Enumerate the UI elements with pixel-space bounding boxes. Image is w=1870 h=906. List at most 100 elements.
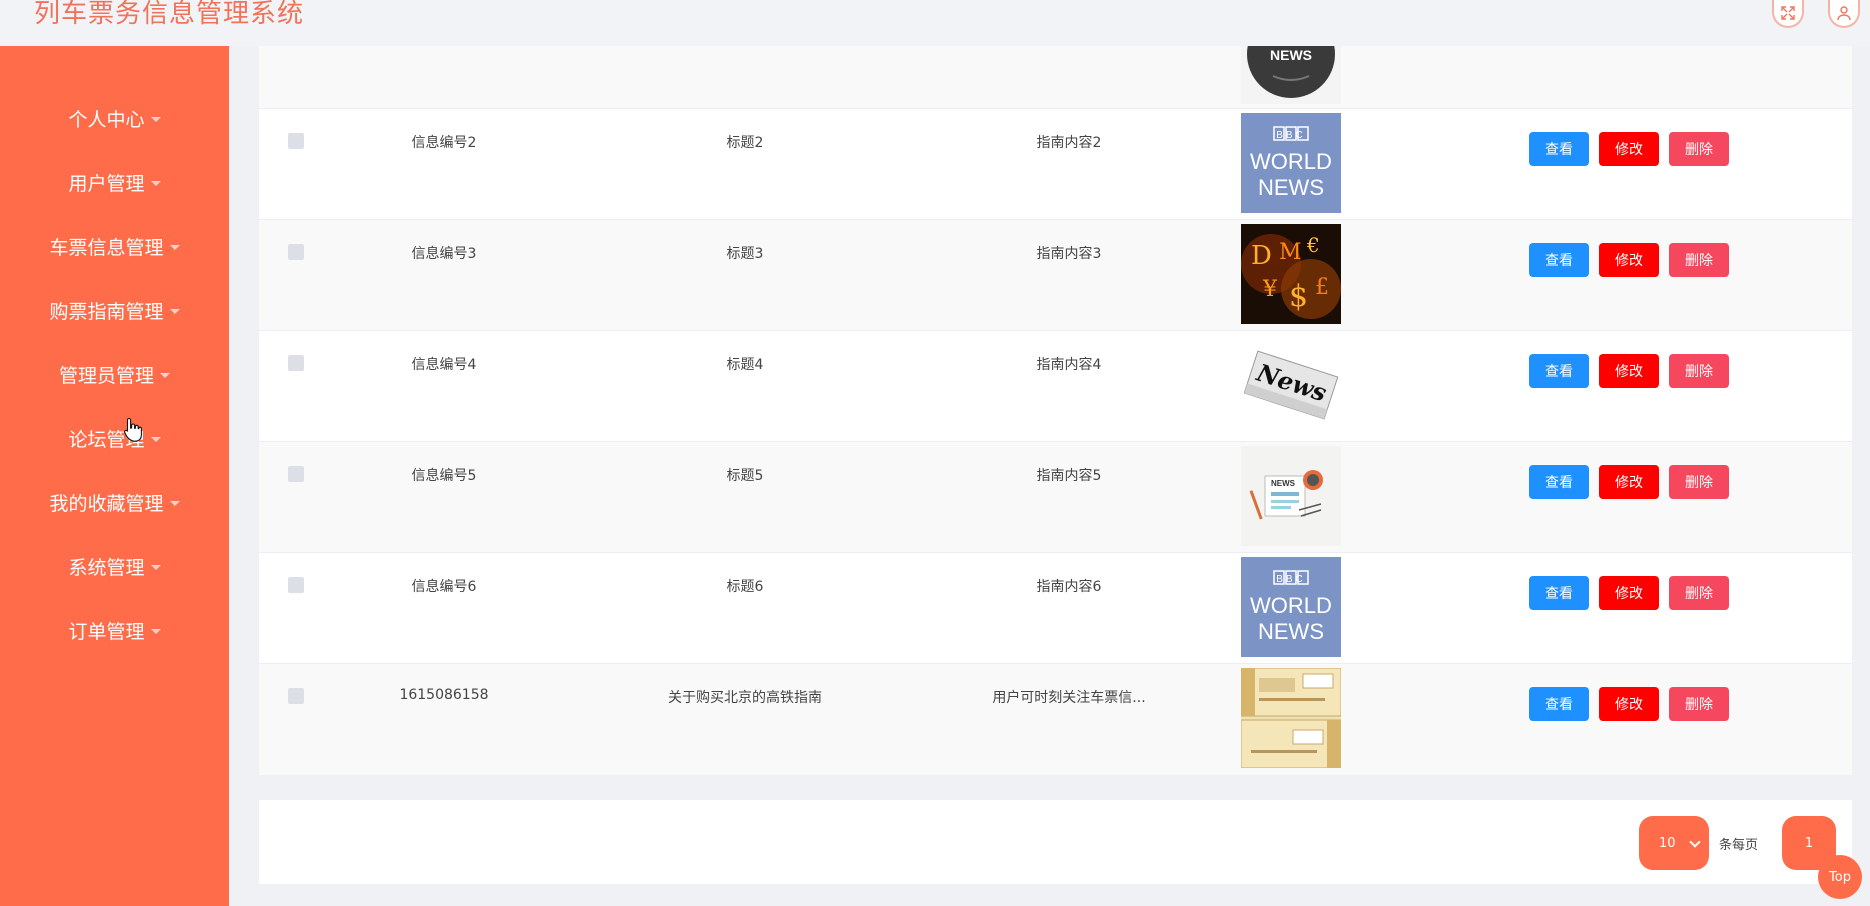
news-desk-image: NEWS <box>1241 446 1341 546</box>
cell-content: 指南内容4 <box>1036 357 1102 373</box>
svg-text:D: D <box>1251 241 1272 271</box>
per-page-label: 条每页 <box>1719 838 1759 853</box>
delete-button[interactable]: 删除 <box>1669 132 1729 166</box>
cell-id: 信息编号3 <box>411 246 477 262</box>
caret-down-icon <box>169 244 180 250</box>
view-button[interactable]: 查看 <box>1529 132 1589 166</box>
svg-text:¥: ¥ <box>1262 277 1278 302</box>
table-row: 信息编号5 标题5 指南内容5 NEWS 查看 修改 删除 <box>259 442 1852 553</box>
cell-title: 标题6 <box>726 579 764 595</box>
caret-down-icon <box>169 308 180 314</box>
svg-text:NEWS: NEWS <box>1258 619 1324 644</box>
view-button[interactable]: 查看 <box>1529 687 1589 721</box>
currency-fire-image: D M € ¥ $ £ <box>1241 224 1341 324</box>
back-to-top-button[interactable]: Top <box>1818 855 1862 899</box>
svg-text:€: € <box>1306 233 1320 257</box>
row-checkbox[interactable] <box>288 688 304 704</box>
svg-text:BBC: BBC <box>1276 574 1306 585</box>
sidebar-item-users[interactable]: 用户管理 <box>0 162 229 202</box>
edit-button[interactable]: 修改 <box>1599 687 1659 721</box>
table-row: 信息编号2 标题2 指南内容2 BBC WORLD NEWS 查看 修改 删除 <box>259 109 1852 220</box>
app-title: 列车票务信息管理系统 <box>34 0 305 29</box>
table-row: 信息编号4 标题4 指南内容4 News 查看 修改 删除 <box>259 331 1852 442</box>
sidebar-item-orders[interactable]: 订单管理 <box>0 610 229 650</box>
delete-button[interactable]: 删除 <box>1669 687 1729 721</box>
sidebar-item-admins[interactable]: 管理员管理 <box>0 354 229 394</box>
bbc-world-news-image: BBC WORLD NEWS <box>1241 557 1341 657</box>
caret-down-icon <box>150 564 161 570</box>
caret-down-icon <box>169 500 180 506</box>
cell-title: 标题2 <box>726 135 764 151</box>
user-icon[interactable] <box>1828 0 1860 28</box>
view-button[interactable]: 查看 <box>1529 243 1589 277</box>
guide-table: NEWS 信息编号2 标题2 指南内容2 BBC WORLD NEWS 查看 修… <box>259 46 1852 775</box>
svg-text:£: £ <box>1315 275 1329 300</box>
edit-button[interactable]: 修改 <box>1599 132 1659 166</box>
caret-down-icon <box>150 180 161 186</box>
svg-text:WORLD: WORLD <box>1250 149 1332 174</box>
hand-cursor-icon <box>124 417 142 442</box>
edit-button[interactable]: 修改 <box>1599 243 1659 277</box>
top-bar: 列车票务信息管理系统 <box>0 0 1870 46</box>
cell-id: 1615086158 <box>399 687 489 703</box>
row-checkbox[interactable] <box>288 244 304 260</box>
caret-down-icon <box>150 436 161 442</box>
table-row-partial: NEWS <box>259 46 1852 109</box>
page-size-select[interactable]: 10 <box>1639 816 1709 870</box>
delete-button[interactable]: 删除 <box>1669 465 1729 499</box>
svg-text:$: $ <box>1289 279 1308 314</box>
cell-id: 信息编号6 <box>411 579 477 595</box>
svg-text:BBC: BBC <box>1276 130 1306 141</box>
cell-title: 关于购买北京的高铁指南 <box>668 690 822 706</box>
row-checkbox[interactable] <box>288 355 304 371</box>
voucher-image <box>1241 668 1341 768</box>
sidebar-item-forum[interactable]: 论坛管理 <box>0 418 229 458</box>
delete-button[interactable]: 删除 <box>1669 354 1729 388</box>
svg-text:M: M <box>1279 240 1302 265</box>
newspaper-image: News <box>1241 335 1341 435</box>
cell-content: 指南内容3 <box>1036 246 1102 262</box>
row-checkbox[interactable] <box>288 577 304 593</box>
svg-text:NEWS: NEWS <box>1271 479 1296 488</box>
edit-button[interactable]: 修改 <box>1599 354 1659 388</box>
fullscreen-icon[interactable] <box>1772 0 1804 28</box>
svg-text:WORLD: WORLD <box>1250 593 1332 618</box>
bbc-world-news-image: BBC WORLD NEWS <box>1241 113 1341 213</box>
cell-title: 标题3 <box>726 246 764 262</box>
caret-down-icon <box>150 628 161 634</box>
view-button[interactable]: 查看 <box>1529 576 1589 610</box>
chevron-down-icon <box>1689 836 1701 848</box>
cell-id: 信息编号5 <box>411 468 477 484</box>
cell-id: 信息编号4 <box>411 357 477 373</box>
pagination: 10 条每页 1 <box>259 800 1852 884</box>
delete-button[interactable]: 删除 <box>1669 243 1729 277</box>
sidebar-item-favorites[interactable]: 我的收藏管理 <box>0 482 229 522</box>
cell-content: 用户可时刻关注车票信... <box>992 690 1146 706</box>
cell-content: 指南内容2 <box>1036 135 1102 151</box>
delete-button[interactable]: 删除 <box>1669 576 1729 610</box>
sidebar-item-system[interactable]: 系统管理 <box>0 546 229 586</box>
caret-down-icon <box>150 116 161 122</box>
svg-text:NEWS: NEWS <box>1258 175 1324 200</box>
cell-title: 标题4 <box>726 357 764 373</box>
cell-content: 指南内容5 <box>1036 468 1102 484</box>
view-button[interactable]: 查看 <box>1529 465 1589 499</box>
cell-content: 指南内容6 <box>1036 579 1102 595</box>
edit-button[interactable]: 修改 <box>1599 465 1659 499</box>
view-button[interactable]: 查看 <box>1529 354 1589 388</box>
sidebar-item-guides[interactable]: 购票指南管理 <box>0 290 229 330</box>
sidebar-item-personal-center[interactable]: 个人中心 <box>0 98 229 138</box>
sidebar: 个人中心 用户管理 车票信息管理 购票指南管理 管理员管理 论坛管理 我的收藏管… <box>0 46 229 906</box>
edit-button[interactable]: 修改 <box>1599 576 1659 610</box>
cell-id: 信息编号2 <box>411 135 477 151</box>
caret-down-icon <box>160 372 170 378</box>
news-globe-image: NEWS <box>1241 46 1341 104</box>
svg-text:NEWS: NEWS <box>1270 47 1312 63</box>
table-row: 信息编号6 标题6 指南内容6 BBC WORLD NEWS 查看 修改 删除 <box>259 553 1852 664</box>
sidebar-item-tickets[interactable]: 车票信息管理 <box>0 226 229 266</box>
table-row: 信息编号3 标题3 指南内容3 D M € ¥ $ £ 查看 修改 删除 <box>259 220 1852 331</box>
row-checkbox[interactable] <box>288 466 304 482</box>
row-checkbox[interactable] <box>288 133 304 149</box>
cell-title: 标题5 <box>726 468 764 484</box>
table-row: 1615086158 关于购买北京的高铁指南 用户可时刻关注车票信... 查看 … <box>259 664 1852 775</box>
